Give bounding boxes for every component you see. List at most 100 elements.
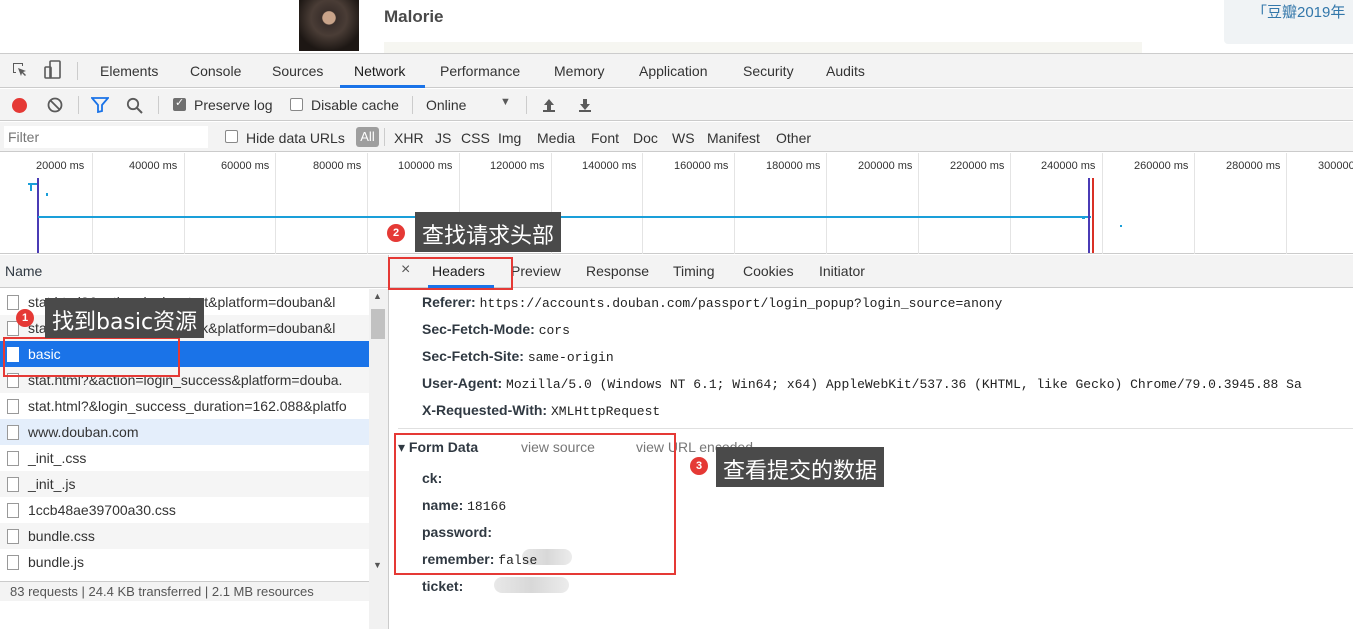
header-referer[interactable]: Referer: https://accounts.douban.com/pas… [422, 294, 1002, 311]
filter-type-img[interactable]: Img [498, 130, 521, 146]
annotation-number: 3 [690, 457, 708, 475]
request-name: bundle.js [28, 554, 85, 570]
tab-memory[interactable]: Memory [554, 63, 605, 79]
tab-security[interactable]: Security [743, 63, 794, 79]
request-row[interactable]: _init_.css [0, 445, 369, 471]
preserve-log-checkbox[interactable] [173, 96, 186, 111]
disable-cache-checkbox[interactable] [290, 98, 303, 111]
tab-initiator[interactable]: Initiator [819, 263, 865, 279]
detail-tabs: × Headers Preview Response Timing Cookie… [390, 255, 1353, 288]
tab-preview[interactable]: Preview [511, 263, 561, 279]
timeline-request-bar [46, 193, 48, 196]
toolbar-divider [384, 128, 385, 146]
scrollbar-thumb[interactable] [371, 309, 385, 339]
scroll-down-icon[interactable]: ▼ [373, 560, 382, 570]
timeline-request-bar [30, 183, 32, 191]
throttle-dropdown-icon[interactable]: ▼ [500, 96, 511, 108]
timeline-gridline [1102, 153, 1103, 254]
disable-cache-label[interactable]: Disable cache [311, 97, 399, 113]
filter-type-all[interactable]: All [356, 127, 379, 147]
filter-type-manifest[interactable]: Manifest [707, 130, 760, 146]
filter-type-doc[interactable]: Doc [633, 130, 658, 146]
header-user-agent[interactable]: User-Agent: Mozilla/5.0 (Windows NT 6.1;… [422, 375, 1302, 392]
filter-icon[interactable] [90, 97, 110, 118]
import-har-icon[interactable] [541, 97, 557, 118]
tab-timing[interactable]: Timing [673, 263, 715, 279]
load-event-marker [1092, 178, 1094, 253]
request-list-header[interactable]: Name [0, 255, 389, 288]
file-icon [7, 503, 19, 518]
filter-type-media[interactable]: Media [537, 130, 575, 146]
timeline-gridline [275, 153, 276, 254]
inspect-element-icon[interactable] [11, 61, 29, 84]
clear-icon[interactable] [47, 97, 63, 118]
header-x-requested-with[interactable]: X-Requested-With: XMLHttpRequest [422, 402, 660, 419]
tab-cookies[interactable]: Cookies [743, 263, 794, 279]
profile-name[interactable]: Malorie [384, 7, 444, 27]
hide-data-urls-checkbox[interactable] [225, 130, 238, 143]
throttle-select[interactable]: Online [426, 97, 466, 113]
tab-response[interactable]: Response [586, 263, 649, 279]
request-row[interactable]: bundle.css [0, 523, 369, 549]
filter-input[interactable] [4, 126, 208, 148]
dom-content-loaded-marker [1088, 178, 1090, 253]
search-icon[interactable] [126, 97, 143, 119]
request-row[interactable]: www.douban.com [0, 419, 369, 445]
timeline-gridline [918, 153, 919, 254]
request-list-scrollbar[interactable] [369, 289, 389, 629]
header-sec-fetch-mode[interactable]: Sec-Fetch-Mode: cors [422, 321, 570, 338]
annotation-box-basic [3, 337, 180, 377]
request-row[interactable]: bundle.js [0, 549, 369, 575]
tab-audits[interactable]: Audits [826, 63, 865, 79]
hide-data-urls-label[interactable]: Hide data URLs [246, 130, 345, 146]
tab-elements[interactable]: Elements [100, 63, 158, 79]
timeline-gridline [1010, 153, 1011, 254]
export-har-icon[interactable] [577, 97, 593, 118]
toolbar-divider [158, 96, 159, 114]
filter-type-xhr[interactable]: XHR [394, 130, 424, 146]
header-sec-fetch-site[interactable]: Sec-Fetch-Site: same-origin [422, 348, 614, 365]
timeline-label: 120000 ms [490, 160, 545, 172]
scroll-up-icon[interactable]: ▲ [373, 291, 382, 301]
filter-type-ws[interactable]: WS [672, 130, 695, 146]
active-tab-indicator [340, 85, 425, 88]
network-toolbar: Preserve log Disable cache Online ▼ [0, 89, 1353, 121]
timeline-gridline [92, 153, 93, 254]
file-icon [7, 425, 19, 440]
tab-sources[interactable]: Sources [272, 63, 323, 79]
filter-type-font[interactable]: Font [591, 130, 619, 146]
request-name: bundle.css [28, 528, 95, 544]
form-field-ticket[interactable]: ticket: [422, 578, 463, 595]
file-icon [7, 477, 19, 492]
tab-performance[interactable]: Performance [440, 63, 520, 79]
request-name: 1ccb48ae39700a30.css [28, 502, 176, 518]
name-column-header[interactable]: Name [5, 263, 42, 279]
annotation-label: 找到basic资源 [45, 298, 205, 338]
record-icon[interactable] [11, 97, 28, 119]
device-toolbar-icon[interactable] [44, 60, 62, 85]
filter-type-css[interactable]: CSS [461, 130, 490, 146]
annotation-label: 查看提交的数据 [716, 447, 885, 487]
timeline-label: 220000 ms [950, 160, 1005, 172]
timeline-request-bar [1120, 225, 1122, 227]
promo-text[interactable]: 「豆瓣2019年 [1252, 1, 1345, 22]
timeline-label: 200000 ms [858, 160, 913, 172]
request-row[interactable]: stat.html?&login_success_duration=162.08… [0, 393, 369, 419]
tab-network[interactable]: Network [354, 63, 405, 79]
timeline-label: 180000 ms [766, 160, 821, 172]
section-divider [398, 428, 1353, 429]
request-row[interactable]: 1ccb48ae39700a30.css [0, 497, 369, 523]
request-row[interactable]: _init_.js [0, 471, 369, 497]
tab-console[interactable]: Console [190, 63, 241, 79]
timeline-request-bar [38, 216, 1091, 218]
profile-avatar[interactable] [299, 0, 359, 51]
filter-type-other[interactable]: Other [776, 130, 811, 146]
tab-application[interactable]: Application [639, 63, 708, 79]
filter-type-js[interactable]: JS [435, 130, 451, 146]
timeline-label: 260000 ms [1134, 160, 1189, 172]
timeline-overview[interactable]: 20000 ms 40000 ms 60000 ms 80000 ms 1000… [0, 153, 1353, 254]
timeline-label: 160000 ms [674, 160, 729, 172]
timeline-gridline [1286, 153, 1287, 254]
redacted-value [494, 577, 569, 593]
preserve-log-label[interactable]: Preserve log [194, 97, 273, 113]
